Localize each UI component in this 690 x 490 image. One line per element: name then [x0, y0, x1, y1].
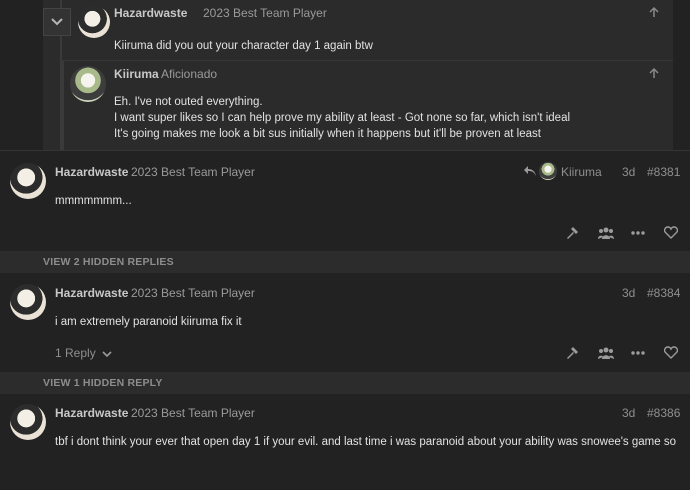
view-hidden-replies-label: VIEW 1 HIDDEN REPLY [43, 377, 163, 389]
replies-count-label: 1 Reply [55, 346, 96, 360]
reply-to-link[interactable]: Kiiruma [523, 161, 613, 183]
post-number[interactable]: #8384 [647, 286, 680, 300]
username[interactable]: Kiiruma [114, 67, 159, 81]
reply-arrow-icon [523, 165, 537, 177]
post-date[interactable]: 3d [622, 165, 635, 179]
user-title: 2023 Best Team Player [203, 6, 327, 20]
post-line: Eh. I've not outed everything. [114, 96, 263, 108]
username[interactable]: Hazardwaste [55, 406, 128, 420]
replies-toggle-button[interactable]: 1 Reply [55, 346, 112, 362]
post-line: It's going makes me look a bit sus initi… [114, 128, 541, 140]
view-hidden-replies-bar[interactable]: VIEW 2 HIDDEN REPLIES [0, 251, 690, 273]
post-body: Eh. I've not outed everything. I want su… [114, 94, 674, 142]
chevron-down-icon [102, 347, 112, 361]
heart-icon[interactable] [664, 346, 678, 359]
user-title: Aficionado [161, 67, 218, 81]
user-title: 2023 Best Team Player [131, 286, 255, 300]
view-hidden-replies-label: VIEW 2 HIDDEN REPLIES [43, 256, 174, 268]
username[interactable]: Hazardwaste [55, 286, 128, 300]
user-title: 2023 Best Team Player [131, 406, 255, 420]
heart-icon[interactable] [664, 226, 678, 239]
avatar[interactable] [10, 163, 46, 199]
post-number[interactable]: #8381 [647, 165, 680, 179]
avatar[interactable] [10, 404, 46, 440]
post-date[interactable]: 3d [622, 286, 635, 300]
divider [0, 150, 690, 151]
user-title: 2023 Best Team Player [131, 165, 255, 179]
post-body: Kiiruma did you out your character day 1… [114, 40, 373, 52]
post-body: tbf i dont think your ever that open day… [55, 436, 676, 448]
avatar[interactable] [70, 66, 106, 102]
hammer-icon[interactable] [566, 226, 580, 240]
reply-to-username: Kiiruma [561, 165, 602, 179]
avatar[interactable] [10, 284, 46, 320]
collapse-chevron-icon [51, 17, 63, 27]
view-hidden-replies-bar[interactable]: VIEW 1 HIDDEN REPLY [0, 372, 690, 394]
avatar[interactable] [78, 6, 110, 38]
post-date[interactable]: 3d [622, 406, 635, 420]
users-icon[interactable] [598, 227, 614, 239]
arrow-up-icon[interactable] [648, 67, 660, 79]
post-body: mmmmmmm... [55, 195, 132, 207]
post-body: i am extremely paranoid kiiruma fix it [55, 316, 242, 328]
more-icon[interactable] [631, 351, 645, 355]
username[interactable]: Hazardwaste [55, 165, 128, 179]
hammer-icon[interactable] [566, 346, 580, 360]
avatar [539, 162, 557, 180]
divider [62, 60, 673, 61]
more-icon[interactable] [631, 231, 645, 235]
arrow-up-icon[interactable] [648, 6, 660, 18]
collapse-button[interactable] [43, 8, 71, 36]
users-icon[interactable] [598, 347, 614, 359]
post-number[interactable]: #8386 [647, 406, 680, 420]
nested-reply-border [62, 61, 64, 150]
post-line: I want super likes so I can help prove m… [114, 112, 571, 124]
username[interactable]: Hazardwaste [114, 6, 187, 20]
